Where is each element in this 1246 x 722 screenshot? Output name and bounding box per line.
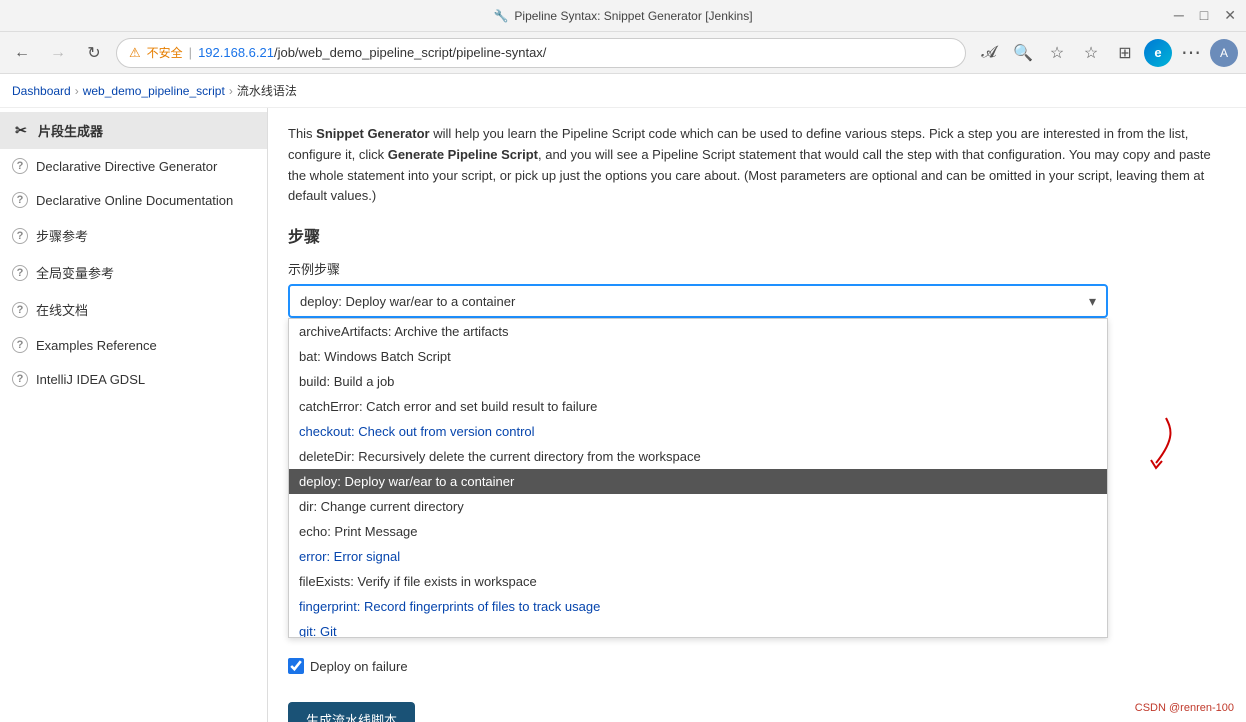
favorite-icon[interactable]: ☆ [1042,38,1072,68]
sidebar-item-snippet-generator[interactable]: ✂ 片段生成器 [0,112,267,149]
warning-text: 不安全 [147,44,183,61]
browser-title-text: Pipeline Syntax: Snippet Generator [Jenk… [514,9,752,23]
intellij-gdsl-icon: ? [12,371,28,387]
toolbar-icons: 𝓐 🔍 ☆ ☆ ⊞ e ⋯ A [974,38,1238,68]
edge-logo: e [1144,39,1172,67]
generate-button[interactable]: 生成流水线脚本 [288,702,415,722]
annotation-arrow [1126,408,1186,481]
list-item[interactable]: git: Git [289,619,1107,638]
list-item[interactable]: fileExists: Verify if file exists in wor… [289,569,1107,594]
list-item[interactable]: fingerprint: Record fingerprints of file… [289,594,1107,619]
dropdown-container: deploy: Deploy war/ear to a container ▾ … [288,284,1108,318]
deploy-on-failure-label: Deploy on failure [310,659,408,674]
security-warning-icon: ⚠ [129,45,141,61]
intro-bold-2: Generate Pipeline Script [388,147,538,162]
breadcrumb-dashboard[interactable]: Dashboard [12,84,71,98]
list-item[interactable]: checkout: Check out from version control [289,419,1107,444]
breadcrumb-sep-1: › [75,84,79,98]
forward-button[interactable]: → [44,39,72,67]
list-item[interactable]: dir: Change current directory [289,494,1107,519]
sidebar-label-declarative-docs: Declarative Online Documentation [36,193,233,208]
list-item[interactable]: build: Build a job [289,369,1107,394]
address-path: /job/web_demo_pipeline_script/pipeline-s… [274,45,546,60]
list-item-selected[interactable]: deploy: Deploy war/ear to a container [289,469,1107,494]
address-bar: ← → ↻ ⚠ 不安全 | 192.168.6.21/job/web_demo_… [0,32,1246,74]
sidebar-label-global-var-ref: 全局变量参考 [36,263,114,282]
address-input[interactable]: ⚠ 不安全 | 192.168.6.21/job/web_demo_pipeli… [116,38,966,68]
back-button[interactable]: ← [8,39,36,67]
breadcrumb-current: 流水线语法 [237,82,297,99]
more-icon[interactable]: ⋯ [1176,38,1206,68]
sidebar-item-intellij-gdsl[interactable]: ? IntelliJ IDEA GDSL [0,362,267,396]
sidebar-label-step-ref: 步骤参考 [36,226,88,245]
online-docs-icon: ? [12,302,28,318]
sidebar-item-online-docs[interactable]: ? 在线文档 [0,291,267,328]
browser-title: 🔧 Pipeline Syntax: Snippet Generator [Je… [493,9,752,23]
breadcrumb-sep-2: › [229,84,233,98]
main-layout: ✂ 片段生成器 ? Declarative Directive Generato… [0,108,1246,722]
sidebar-item-global-var-ref[interactable]: ? 全局变量参考 [0,254,267,291]
content-area: This Snippet Generator will help you lea… [268,108,1246,722]
address-text: 192.168.6.21/job/web_demo_pipeline_scrip… [198,45,546,60]
bookmark-icon[interactable]: ☆ [1076,38,1106,68]
sidebar-label-snippet-generator: 片段生成器 [38,121,103,140]
search-icon[interactable]: 🔍 [1008,38,1038,68]
dropdown-selected[interactable]: deploy: Deploy war/ear to a container ▾ [288,284,1108,318]
dropdown-arrow-icon: ▾ [1089,293,1096,310]
declarative-docs-icon: ? [12,192,28,208]
profile-avatar[interactable]: A [1210,39,1238,67]
intro-paragraph: This Snippet Generator will help you lea… [288,124,1226,207]
list-item[interactable]: error: Error signal [289,544,1107,569]
list-item[interactable]: bat: Windows Batch Script [289,344,1107,369]
browser-titlebar: 🔧 Pipeline Syntax: Snippet Generator [Je… [0,0,1246,32]
subsection-label: 示例步骤 [288,259,1226,278]
close-button[interactable]: ✕ [1224,7,1236,24]
deploy-on-failure-checkbox[interactable] [288,658,304,674]
refresh-button[interactable]: ↻ [80,39,108,67]
sidebar-item-step-ref[interactable]: ? 步骤参考 [0,217,267,254]
list-item[interactable]: catchError: Catch error and set build re… [289,394,1107,419]
breadcrumb: Dashboard › web_demo_pipeline_script › 流… [0,74,1246,108]
declarative-directive-icon: ? [12,158,28,174]
sidebar-item-examples-ref[interactable]: ? Examples Reference [0,328,267,362]
examples-ref-icon: ? [12,337,28,353]
address-host: 192.168.6.21 [198,45,274,60]
breadcrumb-pipeline[interactable]: web_demo_pipeline_script [83,84,225,98]
list-item[interactable]: archiveArtifacts: Archive the artifacts [289,319,1107,344]
dropdown-list[interactable]: archiveArtifacts: Archive the artifacts … [288,318,1108,638]
list-item[interactable]: echo: Print Message [289,519,1107,544]
restore-button[interactable]: □ [1200,7,1208,24]
window-controls[interactable]: ─ □ ✕ [1174,7,1236,24]
sidebar-label-online-docs: 在线文档 [36,300,88,319]
sidebar-label-intellij-gdsl: IntelliJ IDEA GDSL [36,372,145,387]
step-ref-icon: ? [12,228,28,244]
sidebar-label-examples-ref: Examples Reference [36,338,157,353]
list-item[interactable]: deleteDir: Recursively delete the curren… [289,444,1107,469]
intro-bold-1: Snippet Generator [316,126,429,141]
dropdown-selected-value: deploy: Deploy war/ear to a container [300,294,515,309]
global-var-ref-icon: ? [12,265,28,281]
footer-credit: CSDN @renren-100 [1135,702,1234,714]
read-aloud-icon[interactable]: 𝓐 [974,38,1004,68]
sidebar: ✂ 片段生成器 ? Declarative Directive Generato… [0,108,268,722]
collections-icon[interactable]: ⊞ [1110,38,1140,68]
sidebar-label-declarative-directive: Declarative Directive Generator [36,159,217,174]
minimize-button[interactable]: ─ [1174,7,1184,24]
section-title: 步骤 [288,223,1226,247]
sidebar-item-declarative-docs[interactable]: ? Declarative Online Documentation [0,183,267,217]
address-separator: | [189,45,192,60]
snippet-generator-icon: ✂ [12,122,30,140]
sidebar-item-declarative-directive[interactable]: ? Declarative Directive Generator [0,149,267,183]
browser-favicon: 🔧 [493,9,508,23]
checkbox-area: Deploy on failure [288,658,1226,674]
